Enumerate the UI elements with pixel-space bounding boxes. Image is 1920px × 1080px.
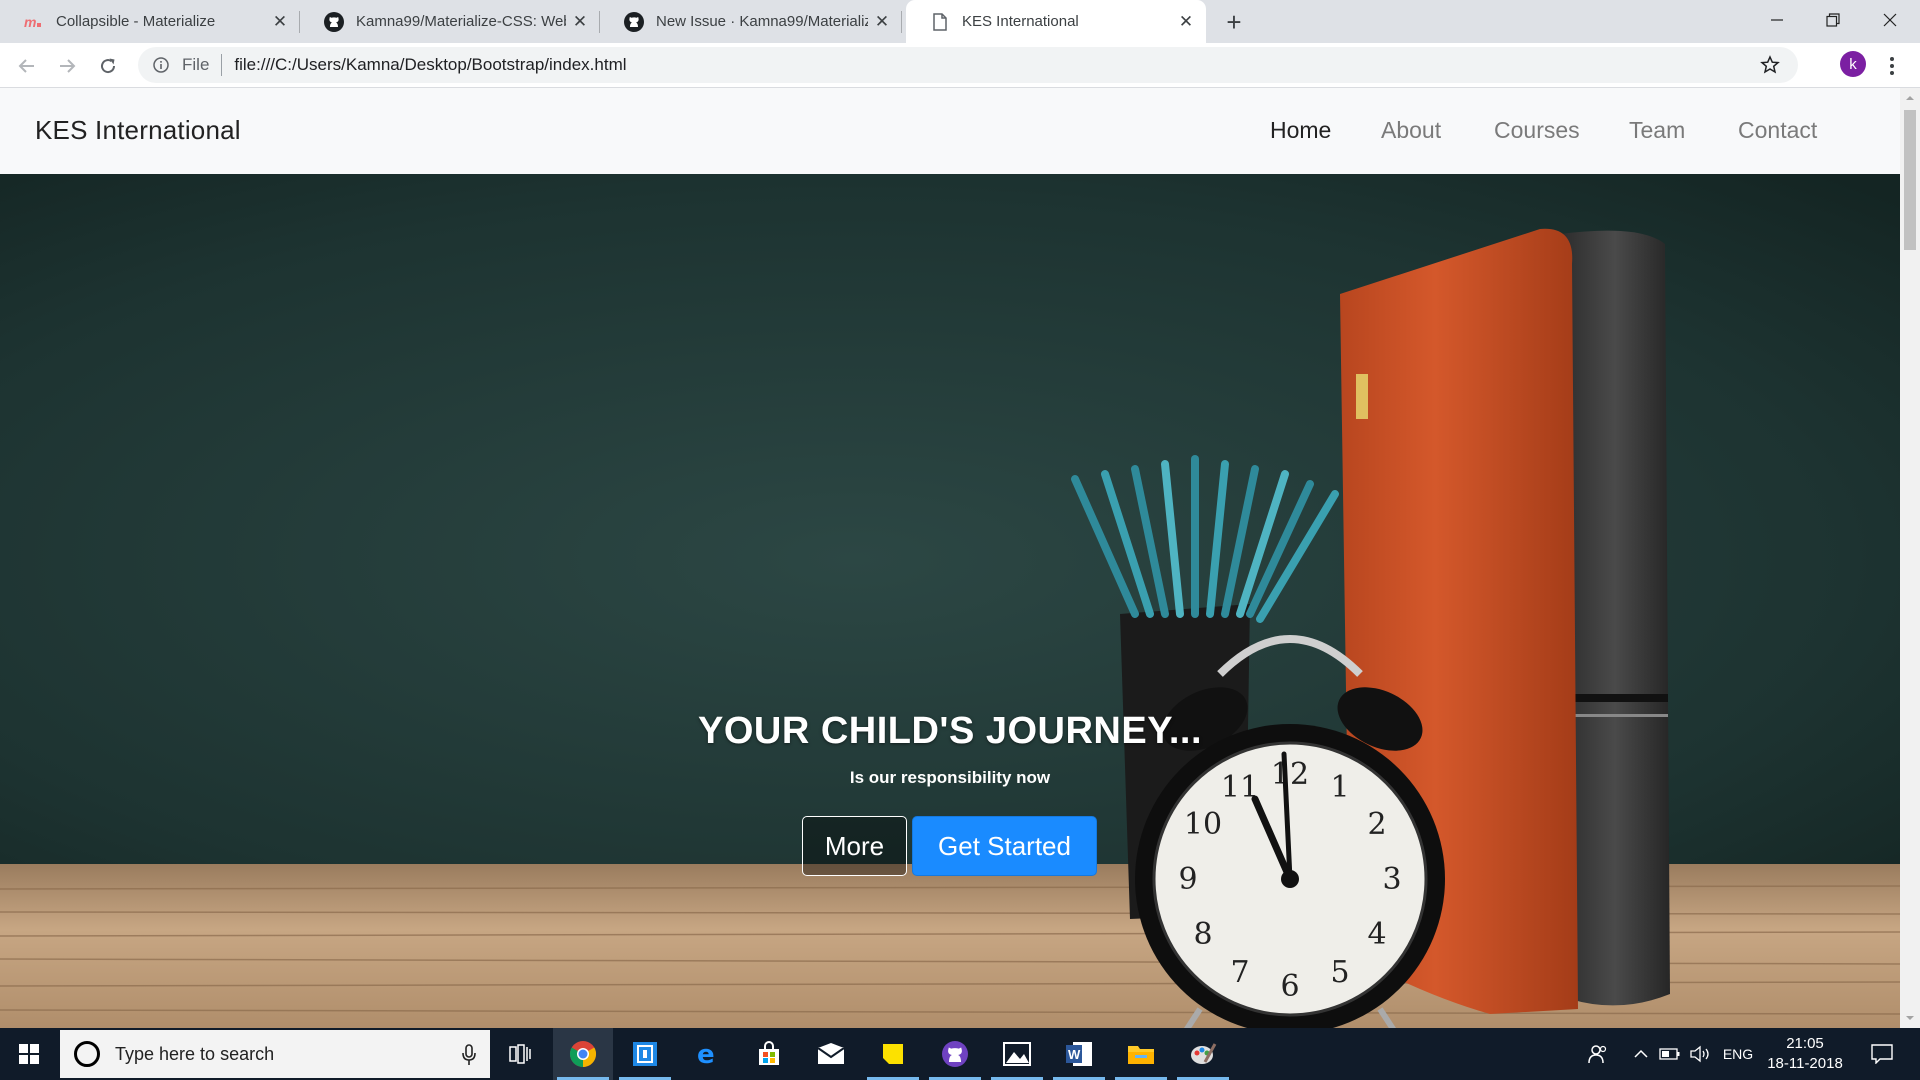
close-icon[interactable]: ✕ [868, 8, 896, 36]
page-scrollbar[interactable] [1900, 88, 1920, 1028]
clock-date: 18-11-2018 [1767, 1055, 1843, 1072]
close-window-button[interactable] [1862, 0, 1918, 40]
svg-text:4: 4 [1367, 917, 1386, 952]
tab-materialize[interactable]: m Collapsible - Materialize ✕ [0, 0, 300, 43]
taskbar-search[interactable]: Type here to search [60, 1030, 490, 1078]
close-icon[interactable]: ✕ [566, 8, 594, 36]
search-placeholder: Type here to search [115, 1043, 275, 1064]
word-icon[interactable]: W [1049, 1028, 1109, 1080]
volume-icon[interactable] [1686, 1028, 1714, 1080]
cortana-icon [74, 1041, 100, 1067]
svg-text:3: 3 [1382, 862, 1401, 897]
nav-link-team[interactable]: Team [1629, 117, 1685, 144]
microphone-icon[interactable] [462, 1044, 476, 1071]
github-icon [624, 11, 644, 32]
windows-taskbar: Type here to search e W ENG 21:05 18-11-… [0, 1028, 1920, 1080]
svg-text:2: 2 [1367, 807, 1386, 842]
svg-text:W: W [1068, 1047, 1081, 1062]
mail-icon[interactable] [801, 1028, 861, 1080]
svg-text:8: 8 [1193, 917, 1212, 952]
hero-subtitle: Is our responsibility now [849, 768, 1051, 787]
svg-text:7: 7 [1230, 955, 1249, 990]
scroll-thumb[interactable] [1904, 110, 1916, 250]
svg-text:6: 6 [1280, 969, 1299, 1004]
code-editor-icon[interactable] [615, 1028, 675, 1080]
url-scheme: File [182, 55, 210, 74]
site-navbar: KES International Home About Courses Tea… [0, 88, 1900, 174]
scroll-up-icon[interactable] [1905, 93, 1915, 103]
new-tab-button[interactable]: + [1217, 5, 1251, 39]
nav-link-contact[interactable]: Contact [1738, 117, 1817, 144]
photos-icon[interactable] [987, 1028, 1047, 1080]
clock-time: 21:05 [1786, 1035, 1824, 1052]
minimize-button[interactable] [1749, 0, 1805, 40]
tab-title: New Issue · Kamna99/Materialize-CSS [656, 13, 868, 30]
close-icon[interactable]: ✕ [1172, 8, 1200, 36]
close-icon[interactable]: ✕ [266, 8, 294, 36]
tab-kes-international[interactable]: KES International ✕ [906, 0, 1206, 43]
github-icon [324, 11, 344, 32]
svg-text:10: 10 [1184, 807, 1222, 842]
svg-text:5: 5 [1330, 955, 1349, 990]
forward-button[interactable] [51, 50, 83, 82]
svg-text:e: e [697, 1041, 715, 1067]
nav-link-about[interactable]: About [1381, 117, 1441, 144]
chevron-up-icon[interactable] [1628, 1028, 1654, 1080]
materialize-icon: m [24, 12, 44, 32]
back-button[interactable] [11, 50, 43, 82]
tab-title: KES International [962, 13, 1079, 30]
divider [221, 54, 223, 76]
paint-icon[interactable] [1173, 1028, 1233, 1080]
svg-text:9: 9 [1178, 862, 1197, 897]
more-button[interactable]: More [802, 816, 907, 876]
language-indicator[interactable]: ENG [1718, 1028, 1758, 1080]
restore-button[interactable] [1805, 0, 1861, 40]
site-brand[interactable]: KES International [35, 115, 241, 146]
store-icon[interactable] [739, 1028, 799, 1080]
hero-carousel: 12 1 2 3 4 5 6 7 8 9 10 11 YOUR CHILD'S … [0, 174, 1900, 1028]
tab-strip: m Collapsible - Materialize ✕ Kamna99/Ma… [0, 0, 1920, 43]
page-viewport: KES International Home About Courses Tea… [0, 88, 1920, 1028]
get-started-button[interactable]: Get Started [912, 816, 1097, 876]
chrome-icon[interactable] [553, 1028, 613, 1080]
reload-button[interactable] [92, 50, 124, 82]
document-icon [930, 12, 950, 32]
tab-new-issue[interactable]: New Issue · Kamna99/Materialize-CSS ✕ [600, 0, 902, 43]
tab-title: Collapsible - Materialize [56, 13, 216, 30]
task-view-icon[interactable] [490, 1028, 550, 1080]
tab-github-repo[interactable]: Kamna99/Materialize-CSS: Website ✕ [300, 0, 600, 43]
svg-text:m: m [24, 14, 36, 30]
windows-start-icon[interactable] [0, 1028, 58, 1080]
url-text[interactable]: file:///C:/Users/Kamna/Desktop/Bootstrap… [234, 55, 626, 75]
nav-link-courses[interactable]: Courses [1494, 117, 1580, 144]
address-bar[interactable]: File file:///C:/Users/Kamna/Desktop/Boot… [138, 47, 1798, 83]
profile-avatar[interactable]: k [1840, 51, 1866, 77]
hero-title: YOUR CHILD'S JOURNEY... [697, 710, 1203, 752]
info-icon[interactable] [152, 56, 170, 74]
notifications-icon[interactable] [1862, 1028, 1902, 1080]
hero-background-image: 12 1 2 3 4 5 6 7 8 9 10 11 [0, 174, 1900, 1028]
github-desktop-icon[interactable] [925, 1028, 985, 1080]
scroll-down-icon[interactable] [1905, 1013, 1915, 1023]
system-clock[interactable]: 21:05 18-11-2018 [1760, 1034, 1850, 1074]
edge-icon[interactable]: e [677, 1028, 737, 1080]
battery-icon[interactable] [1656, 1028, 1684, 1080]
menu-icon[interactable] [1881, 51, 1903, 81]
sticky-notes-icon[interactable] [863, 1028, 923, 1080]
people-icon[interactable] [1580, 1028, 1616, 1080]
nav-link-home[interactable]: Home [1270, 117, 1331, 144]
file-explorer-icon[interactable] [1111, 1028, 1171, 1080]
tab-title: Kamna99/Materialize-CSS: Website [356, 13, 566, 30]
browser-toolbar: File file:///C:/Users/Kamna/Desktop/Boot… [0, 43, 1920, 88]
bookmark-star-icon[interactable] [1760, 55, 1782, 77]
